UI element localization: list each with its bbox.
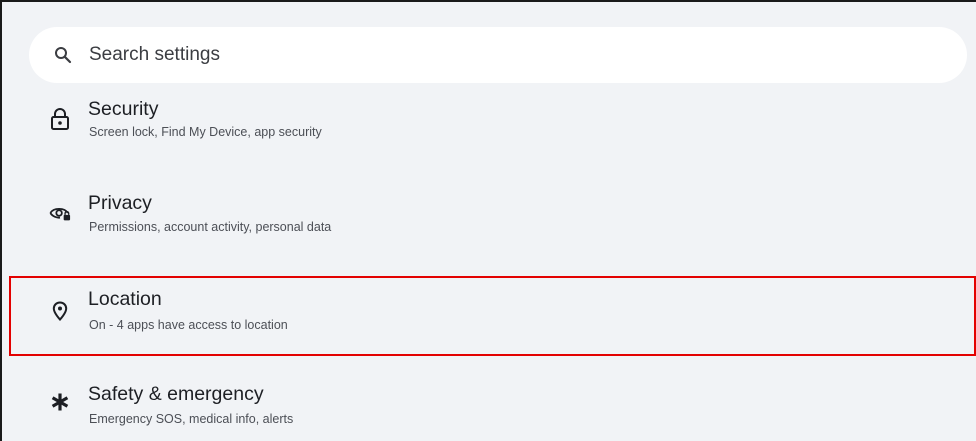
settings-item-title: Location bbox=[88, 288, 162, 310]
settings-item-title: Safety & emergency bbox=[88, 383, 264, 405]
search-bar[interactable]: Search settings bbox=[29, 27, 967, 83]
settings-item-location[interactable]: Location On - 4 apps have access to loca… bbox=[2, 276, 976, 356]
settings-item-subtitle: Screen lock, Find My Device, app securit… bbox=[89, 125, 322, 139]
settings-item-safety-emergency[interactable]: Safety & emergency Emergency SOS, medica… bbox=[2, 370, 976, 441]
settings-item-title: Security bbox=[88, 98, 159, 120]
settings-item-security[interactable]: Security Screen lock, Find My Device, ap… bbox=[2, 90, 976, 170]
search-placeholder[interactable]: Search settings bbox=[89, 44, 220, 66]
settings-item-subtitle: Emergency SOS, medical info, alerts bbox=[89, 412, 294, 426]
settings-item-privacy[interactable]: Privacy Permissions, account activity, p… bbox=[2, 183, 976, 263]
lock-icon bbox=[49, 108, 71, 130]
settings-window: Search settings Security Screen lock, Fi… bbox=[0, 0, 976, 441]
location-pin-icon bbox=[49, 300, 71, 322]
privacy-eye-icon bbox=[49, 202, 71, 224]
settings-item-subtitle: Permissions, account activity, personal … bbox=[89, 220, 332, 234]
asterisk-icon bbox=[49, 391, 71, 413]
settings-item-subtitle: On - 4 apps have access to location bbox=[89, 318, 288, 332]
search-icon bbox=[53, 45, 73, 65]
settings-item-title: Privacy bbox=[88, 192, 152, 214]
